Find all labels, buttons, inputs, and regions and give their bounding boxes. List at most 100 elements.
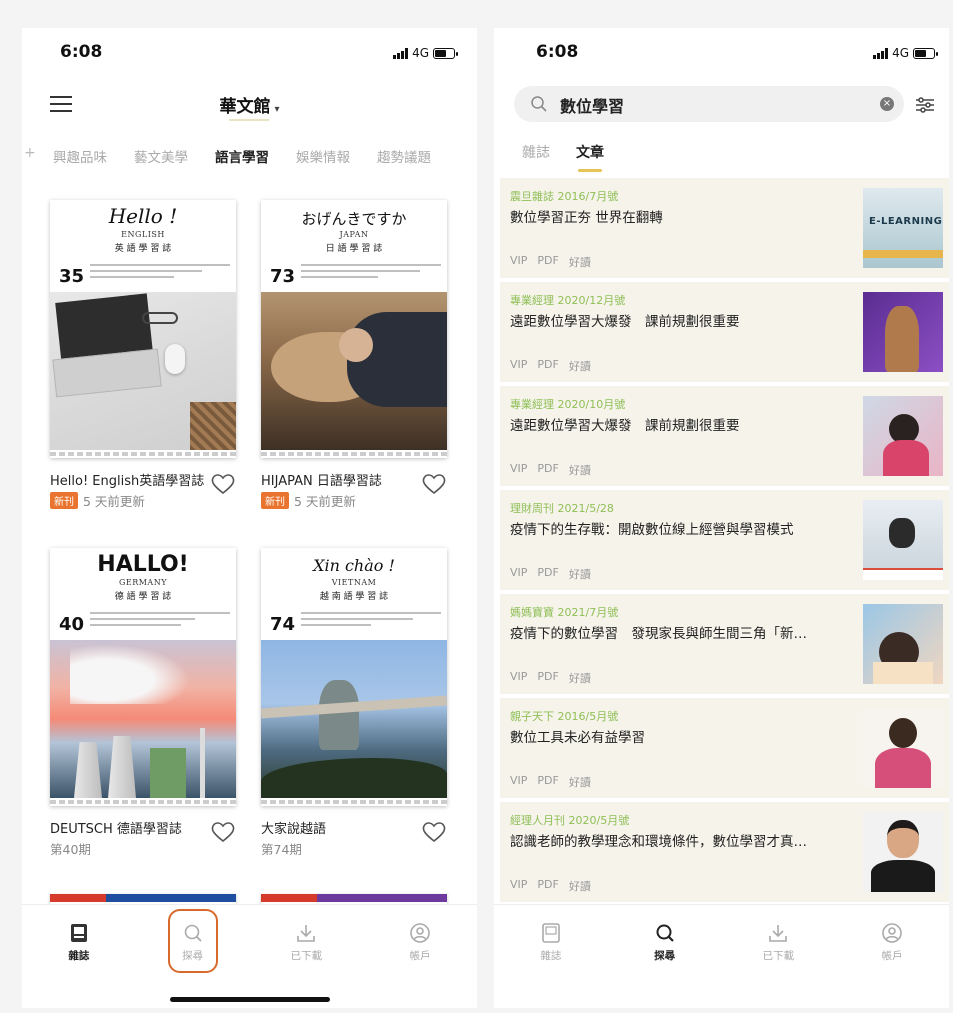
- cover-masthead: HALLO!: [97, 552, 189, 577]
- magazine-name: 大家說越語: [261, 822, 327, 837]
- magazine-cover[interactable]: おげんきですか JAPAN 日 語 學 習 誌 73: [261, 200, 447, 458]
- article-item[interactable]: 專業經理 2020/12月號 遠距數位學習大爆發 課前規劃很重要 VIP PDF 好…: [500, 282, 949, 382]
- cover-photo: [50, 640, 236, 798]
- nav-label: 探尋: [654, 950, 676, 962]
- article-tags: VIP PDF 好讀: [510, 878, 591, 894]
- nav-downloads[interactable]: 已下載: [250, 905, 364, 984]
- search-input[interactable]: 數位學習: [560, 93, 624, 117]
- download-icon: [297, 925, 316, 942]
- tag-readable: 好讀: [568, 464, 591, 477]
- heart-icon[interactable]: [421, 820, 447, 844]
- library-selector[interactable]: 華文館 ▾: [22, 92, 477, 117]
- tab-category[interactable]: 興趣品味: [53, 142, 107, 176]
- article-title: 遠距數位學習大爆發 課前規劃很重要: [510, 314, 740, 330]
- article-item[interactable]: 專業經理 2020/10月號 遠距數位學習大爆發 課前規劃很重要 VIP PDF 好…: [500, 386, 949, 486]
- chevron-down-icon: ▾: [274, 104, 280, 115]
- magazine-cover[interactable]: Hello ! ENGLISH 英 語 學 習 誌 35: [50, 200, 236, 458]
- article-thumbnail: [863, 812, 943, 892]
- filter-icon[interactable]: [915, 96, 935, 114]
- cover-issue-number: 40: [59, 614, 85, 635]
- battery-icon: [433, 47, 458, 59]
- heart-icon[interactable]: [210, 820, 236, 844]
- new-badge: 新刊: [50, 492, 78, 509]
- article-source: 理財周刊 2021/5/28: [510, 502, 614, 515]
- phone-magazine-browser: 6:08 4G 華文館 ▾ + 興趣品味 藝文美學 語言學習 娛樂情報 趨勢議題 …: [22, 28, 477, 1008]
- bottom-nav: 雜誌 探尋 已下載 帳戶: [22, 904, 477, 984]
- title-underline: [229, 119, 269, 121]
- cover-issue-number: 74: [270, 614, 296, 635]
- magazine-cover[interactable]: HALLO! GERMANY 德 語 學 習 誌 40: [50, 548, 236, 806]
- article-item[interactable]: 理財周刊 2021/5/28 疫情下的生存戰：開啟數位線上經營與學習模式 VIP…: [500, 490, 949, 590]
- nav-magazines[interactable]: 雜誌: [494, 905, 608, 984]
- cover-subtitle: 英 語 學 習 誌: [114, 244, 172, 254]
- home-indicator: [170, 997, 330, 1002]
- cover-photo: [261, 640, 447, 798]
- article-item[interactable]: 親子天下 2016/5月號 數位工具未必有益學習 VIP PDF 好讀: [500, 698, 949, 798]
- network-label: 4G: [892, 46, 909, 60]
- cover-subtitle: 德 語 學 習 誌: [114, 592, 172, 602]
- article-tags: VIP PDF 好讀: [510, 462, 591, 478]
- heart-icon[interactable]: [421, 472, 447, 496]
- cover-subtitle: GERMANY: [118, 578, 167, 587]
- tab-category[interactable]: 藝文美學: [134, 142, 188, 176]
- status-bar: 6:08 4G: [494, 42, 949, 68]
- clear-icon[interactable]: ×: [880, 97, 894, 111]
- status-bar: 6:08 4G: [22, 42, 477, 68]
- status-indicators: 4G: [393, 46, 458, 60]
- tag-pdf: PDF: [537, 566, 559, 579]
- cover-text-lines: [90, 264, 230, 288]
- tab-category-active[interactable]: 語言學習: [215, 142, 269, 176]
- cover-text-lines: [90, 612, 230, 636]
- cover-subtitle: 日 語 學 習 誌: [325, 244, 383, 254]
- article-tags: VIP PDF 好讀: [510, 670, 591, 686]
- update-text: 5 天前更新: [83, 494, 145, 509]
- tab-category[interactable]: 娛樂情報: [296, 142, 350, 176]
- magazine-name: DEUTSCH 德語學習誌: [50, 822, 182, 837]
- article-item[interactable]: 經理人月刊 2020/5月號 認識老師的教學理念和環境條件，數位學習才真… VI…: [500, 802, 949, 902]
- cover-masthead: Xin chào !: [313, 556, 395, 575]
- nav-account[interactable]: 帳戶: [835, 905, 949, 984]
- tag-pdf: PDF: [537, 670, 559, 683]
- search-icon: [656, 924, 674, 942]
- nav-search[interactable]: 探尋: [608, 905, 722, 984]
- article-thumbnail: [863, 396, 943, 476]
- article-thumbnail: [863, 708, 943, 788]
- article-thumbnail: [863, 292, 943, 372]
- tag-vip: VIP: [510, 878, 528, 891]
- tab-magazines[interactable]: 雜誌: [522, 142, 550, 170]
- cover-text-lines: [301, 264, 441, 288]
- article-thumbnail: E-LEARNING: [863, 188, 943, 268]
- tab-category[interactable]: 趨勢議題: [377, 142, 431, 176]
- issue-text: 第74期: [261, 842, 302, 857]
- nav-label: 已下載: [762, 950, 795, 962]
- tag-pdf: PDF: [537, 774, 559, 787]
- battery-icon: [913, 47, 938, 59]
- search-icon: [531, 96, 547, 112]
- article-item[interactable]: 震旦雜誌 2016/7月號 數位學習正夯 世界在翻轉 VIP PDF 好讀 E-LE…: [500, 178, 949, 278]
- article-item[interactable]: 媽媽寶寶 2021/7月號 疫情下的數位學習 發現家長與師生間三角「新… VIP…: [500, 594, 949, 694]
- search-bar[interactable]: 數位學習 ×: [514, 86, 904, 122]
- status-indicators: 4G: [873, 46, 938, 60]
- tag-readable: 好讀: [568, 360, 591, 373]
- magazine-meta: 第74期: [261, 839, 302, 858]
- article-tags: VIP PDF 好讀: [510, 254, 591, 270]
- category-tabs: 興趣品味 藝文美學 語言學習 娛樂情報 趨勢議題: [22, 142, 477, 176]
- tag-pdf: PDF: [537, 462, 559, 475]
- nav-downloads[interactable]: 已下載: [722, 905, 836, 984]
- magazine-meta: 第40期: [50, 839, 91, 858]
- heart-icon[interactable]: [210, 472, 236, 496]
- article-source: 親子天下 2016/5月號: [510, 710, 619, 723]
- account-icon: [410, 923, 430, 943]
- tag-readable: 好讀: [568, 776, 591, 789]
- nav-magazines[interactable]: 雜誌: [22, 905, 136, 984]
- cover-subtitle: 越 南 語 學 習 誌: [319, 592, 389, 602]
- tag-readable: 好讀: [568, 880, 591, 893]
- issue-text: 第40期: [50, 842, 91, 857]
- cover-masthead: おげんきですか: [301, 210, 407, 228]
- magazine-cover[interactable]: Xin chào ! VIETNAM 越 南 語 學 習 誌 74: [261, 548, 447, 806]
- nav-account[interactable]: 帳戶: [363, 905, 477, 984]
- nav-search[interactable]: 探尋: [136, 905, 250, 984]
- tab-articles[interactable]: 文章: [576, 142, 604, 172]
- article-source: 經理人月刊 2020/5月號: [510, 814, 630, 827]
- tag-readable: 好讀: [568, 672, 591, 685]
